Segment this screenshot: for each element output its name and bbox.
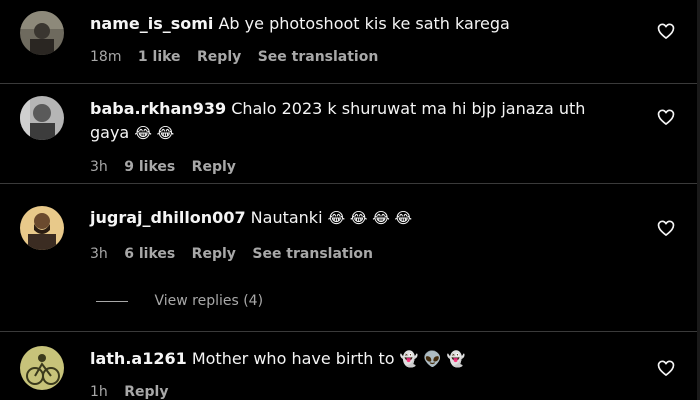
avatar[interactable] [20, 11, 64, 55]
username[interactable]: lath.a1261 [90, 349, 187, 368]
reply-button[interactable]: Reply [192, 246, 236, 262]
username[interactable]: jugraj_dhillon007 [90, 208, 246, 227]
username[interactable]: baba.rkhan939 [90, 99, 226, 118]
emoji-group: 😂 😂 😂 😂 [327, 209, 413, 227]
comment-item: lath.a1261 Mother who have birth to 👻 👽 … [0, 334, 700, 400]
comment-meta: 3h 6 likes Reply See translation [90, 246, 385, 262]
view-replies-label: View replies (4) [154, 293, 264, 309]
comment-text: lath.a1261 Mother who have birth to 👻 👽 … [90, 347, 465, 371]
likes-count[interactable]: 1 like [138, 49, 181, 65]
comment-body: Mother who have birth to [191, 349, 395, 368]
heart-outline-icon[interactable] [656, 21, 676, 41]
username[interactable]: name_is_somi [90, 14, 213, 33]
comment-text: baba.rkhan939 Chalo 2023 k shuruwat ma h… [90, 97, 585, 121]
comment-body: Nautanki [250, 208, 323, 227]
avatar[interactable] [20, 346, 64, 390]
emoji-group: 👻 👽 👻 [399, 350, 466, 368]
divider [0, 83, 700, 84]
comment-text-continued: gaya 😂 😂 [90, 121, 174, 145]
heart-outline-icon[interactable] [656, 107, 676, 127]
comment-body: Chalo 2023 k shuruwat ma hi bjp janaza u… [231, 99, 586, 118]
heart-outline-icon[interactable] [656, 358, 676, 378]
see-translation-button[interactable]: See translation [252, 246, 373, 262]
heart-outline-icon[interactable] [656, 218, 676, 238]
avatar[interactable] [20, 206, 64, 250]
divider [0, 331, 700, 332]
view-replies-line [96, 300, 128, 302]
reply-button[interactable]: Reply [192, 159, 236, 175]
view-replies-button[interactable]: View replies (4) [96, 293, 263, 313]
comment-body-line2: gaya [90, 123, 130, 142]
comment-meta: 18m 1 like Reply See translation [90, 49, 390, 65]
comment-item: baba.rkhan939 Chalo 2023 k shuruwat ma h… [0, 86, 700, 181]
timestamp: 3h [90, 159, 108, 175]
reply-button[interactable]: Reply [197, 49, 241, 65]
comment-text: name_is_somi Ab ye photoshoot kis ke sat… [90, 12, 510, 36]
comment-meta: 3h 9 likes Reply [90, 159, 248, 175]
reply-button[interactable]: Reply [124, 384, 168, 400]
timestamp: 1h [90, 384, 108, 400]
timestamp: 18m [90, 49, 122, 65]
divider [0, 183, 700, 184]
timestamp: 3h [90, 246, 108, 262]
likes-count[interactable]: 6 likes [124, 246, 175, 262]
comment-text: jugraj_dhillon007 Nautanki 😂 😂 😂 😂 [90, 206, 412, 230]
likes-count[interactable]: 9 likes [124, 159, 175, 175]
comment-body: Ab ye photoshoot kis ke sath karega [218, 14, 510, 33]
comment-item: name_is_somi Ab ye photoshoot kis ke sat… [0, 0, 700, 80]
avatar[interactable] [20, 96, 64, 140]
see-translation-button[interactable]: See translation [258, 49, 379, 65]
comment-meta: 1h Reply [90, 384, 180, 400]
emoji-group: 😂 😂 [134, 124, 175, 142]
